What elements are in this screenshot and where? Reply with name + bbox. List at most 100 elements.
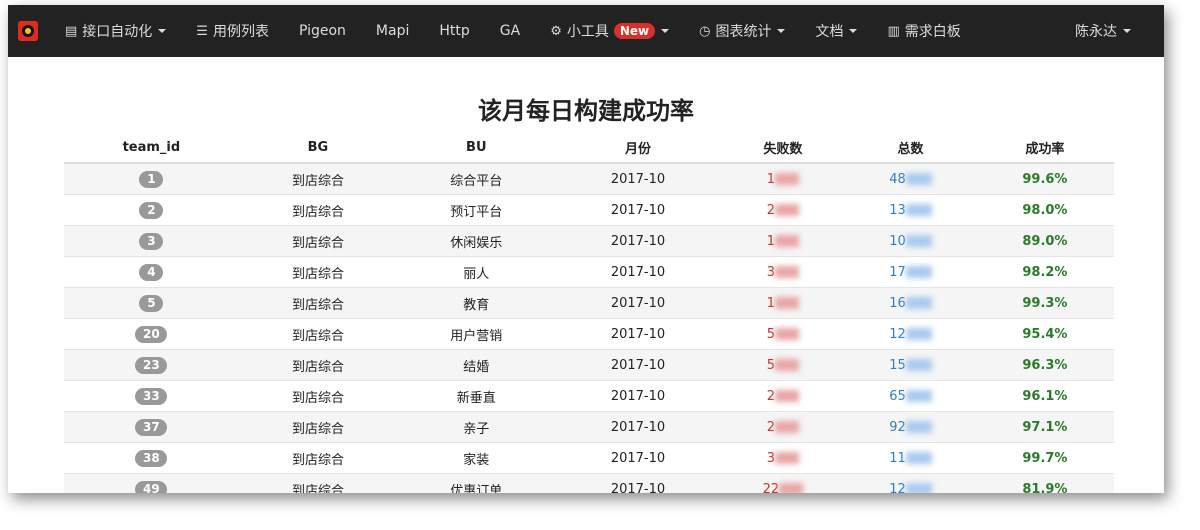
team-id-badge: 3 [139, 232, 164, 250]
total-count-link[interactable]: 11 [889, 451, 906, 466]
redaction-blur [905, 452, 932, 464]
redaction-blur [905, 359, 932, 371]
cell-fail: 2 [720, 380, 846, 412]
column-header: team_id [64, 132, 239, 164]
total-count-link[interactable]: 10 [889, 234, 906, 249]
nav-item-3[interactable]: Mapi [361, 5, 424, 57]
nav-item-label: Mapi [375, 23, 410, 39]
cell-success-rate: 96.3% [975, 349, 1114, 381]
cell-bg: 到店综合 [238, 162, 398, 195]
cell-total: 16 [845, 287, 976, 319]
fail-count-link[interactable]: 3 [767, 451, 775, 466]
gear-icon: ⚙ [550, 23, 562, 39]
fail-count-link[interactable]: 1 [767, 296, 775, 311]
table-row: 3 到店综合 休闲娱乐 2017-10 1 10 89.0% [64, 225, 1114, 257]
nav-item-2[interactable]: Pigeon [284, 5, 361, 57]
nav-item-1[interactable]: ☰ 用例列表 [181, 5, 284, 57]
chevron-down-icon [777, 29, 786, 33]
table-body: 1 到店综合 综合平台 2017-10 1 48 99.6% 2 到店综合 预订平台 2017-10… [64, 162, 1114, 494]
fail-count-link[interactable]: 5 [767, 327, 775, 342]
total-count-link[interactable]: 65 [889, 389, 906, 404]
cell-success-rate: 99.7% [975, 442, 1114, 474]
table-row: 38 到店综合 家装 2017-10 3 11 99.7% [64, 442, 1114, 474]
app-logo-icon[interactable] [18, 21, 38, 41]
cell-month: 2017-10 [555, 162, 721, 195]
chevron-down-icon [1123, 29, 1131, 33]
cell-fail: 2 [720, 194, 846, 226]
cell-success-rate: 98.2% [975, 256, 1114, 288]
nav-item-6[interactable]: ⚙ 小工具 New [535, 5, 684, 57]
redaction-blur [775, 328, 800, 340]
cell-month: 2017-10 [555, 473, 721, 493]
total-count-link[interactable]: 15 [889, 358, 906, 373]
nav-item-label: GA [499, 23, 521, 39]
top-navbar: ▤ 接口自动化 ☰ 用例列表 Pigeon Mapi Http GA ⚙ 小工具 New ◷ 图表统计文… [8, 5, 1164, 57]
cell-success-rate: 95.4% [975, 318, 1114, 350]
nav-item-0[interactable]: ▤ 接口自动化 [50, 5, 181, 57]
cell-bg: 到店综合 [238, 256, 398, 288]
cell-success-rate: 99.6% [975, 162, 1114, 195]
cell-bg: 到店综合 [238, 287, 398, 319]
cell-success-rate: 81.9% [975, 473, 1114, 493]
total-count-link[interactable]: 12 [889, 482, 906, 494]
cell-bg: 到店综合 [238, 225, 398, 257]
column-header: BU [397, 132, 556, 164]
cell-fail: 2 [720, 411, 846, 443]
redaction-blur [775, 297, 800, 309]
cell-bu: 新垂直 [397, 380, 556, 412]
table-header-row: team_id BG BU 月份 失败数 总数 成功率 [64, 132, 1114, 164]
total-count-link[interactable]: 92 [889, 420, 906, 435]
total-count-link[interactable]: 16 [889, 296, 906, 311]
fail-count-link[interactable]: 22 [763, 482, 780, 494]
fail-count-link[interactable]: 3 [767, 265, 775, 280]
total-count-link[interactable]: 17 [889, 265, 906, 280]
new-badge: New [613, 23, 656, 39]
page-title: 该月每日构建成功率 [478, 97, 694, 125]
fail-count-link[interactable]: 1 [767, 172, 775, 187]
cell-bu: 结婚 [397, 349, 556, 381]
fail-count-link[interactable]: 2 [767, 389, 775, 404]
nav-item-7[interactable]: ◷ 图表统计 [684, 5, 800, 57]
fail-count-link[interactable]: 1 [767, 234, 775, 249]
total-count-link[interactable]: 48 [889, 172, 906, 187]
cell-total: 17 [845, 256, 976, 288]
redaction-blur [775, 452, 800, 464]
cell-month: 2017-10 [555, 349, 721, 381]
redaction-blur [905, 235, 932, 247]
cell-fail: 1 [720, 162, 846, 195]
nav-item-5[interactable]: GA [485, 5, 535, 57]
nav-item-label: 图表统计 [715, 24, 772, 40]
cell-team-id: 38 [64, 442, 239, 474]
cell-team-id: 20 [64, 318, 239, 350]
nav-item-8[interactable]: 文档 [800, 5, 872, 57]
cell-bg: 到店综合 [238, 411, 398, 443]
team-id-badge: 4 [139, 263, 164, 281]
redaction-blur [775, 359, 800, 371]
cell-success-rate: 97.1% [975, 411, 1114, 443]
total-count-link[interactable]: 12 [889, 327, 906, 342]
table-row: 23 到店综合 结婚 2017-10 5 15 96.3% [64, 349, 1114, 381]
nav-item-9[interactable]: ▥ 需求白板 [872, 5, 975, 57]
cell-bu: 综合平台 [397, 162, 556, 195]
team-id-badge: 37 [135, 418, 168, 436]
user-menu[interactable]: 陈永达 [1060, 5, 1146, 57]
cell-success-rate: 96.1% [975, 380, 1114, 412]
cell-total: 11 [845, 442, 976, 474]
cell-bu: 家装 [397, 442, 556, 474]
table-row: 5 到店综合 教育 2017-10 1 16 99.3% [64, 287, 1114, 319]
chevron-down-icon [158, 29, 167, 33]
cell-team-id: 37 [64, 411, 239, 443]
table-row: 2 到店综合 预订平台 2017-10 2 13 98.0% [64, 194, 1114, 226]
cell-total: 12 [845, 318, 976, 350]
redaction-blur [905, 390, 932, 402]
team-id-badge: 1 [139, 170, 164, 188]
team-id-badge: 33 [135, 387, 168, 405]
total-count-link[interactable]: 13 [889, 203, 906, 218]
cell-bu: 教育 [397, 287, 556, 319]
nav-item-4[interactable]: Http [424, 5, 484, 57]
redaction-blur [905, 328, 932, 340]
redaction-blur [775, 390, 800, 402]
fail-count-link[interactable]: 2 [767, 420, 775, 435]
fail-count-link[interactable]: 5 [767, 358, 775, 373]
fail-count-link[interactable]: 2 [767, 203, 775, 218]
